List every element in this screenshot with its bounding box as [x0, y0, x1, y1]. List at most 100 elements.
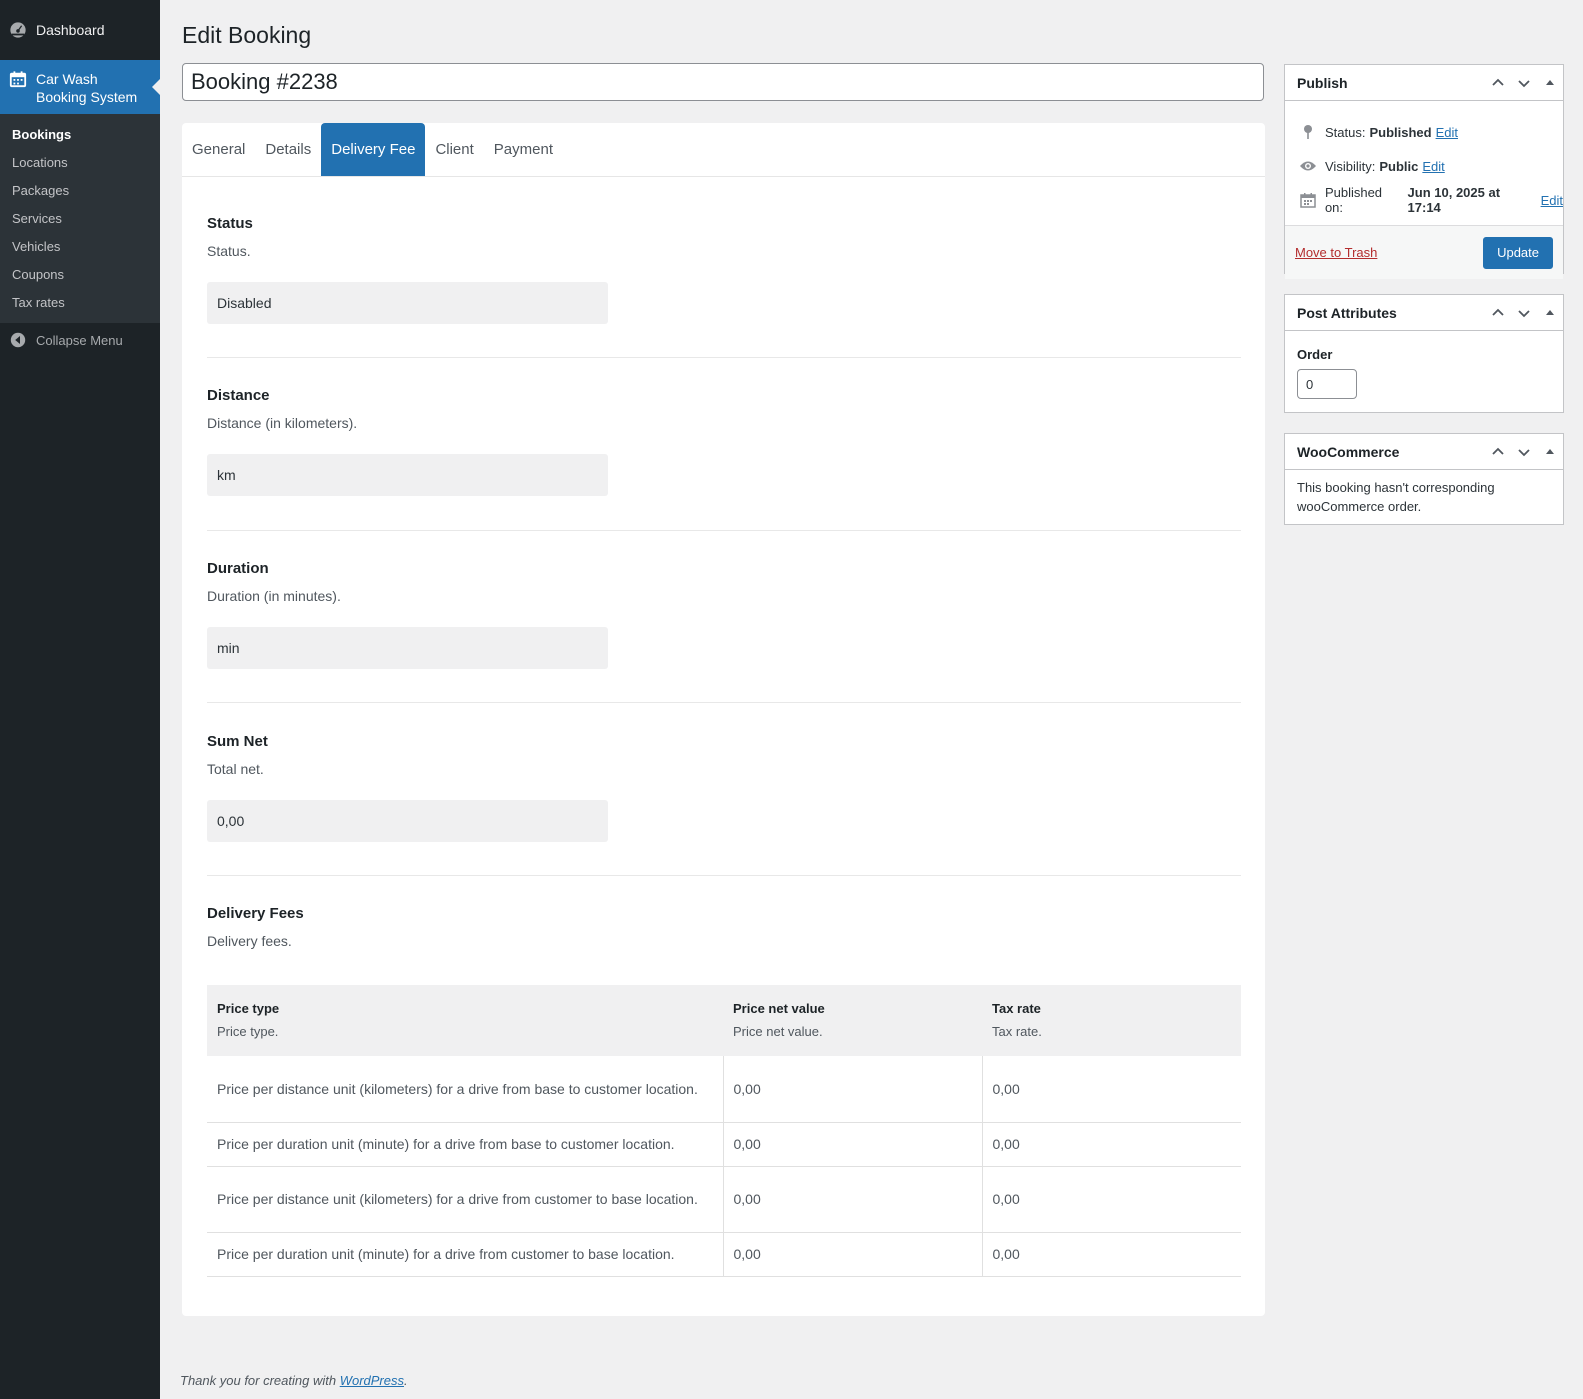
- duration-field: Duration Duration (in minutes). min: [207, 560, 1241, 669]
- page-title: Edit Booking: [182, 22, 312, 48]
- tab-payment[interactable]: Payment: [484, 123, 563, 176]
- status-label: Status:: [1325, 124, 1366, 140]
- price-net-value-input[interactable]: 0,00: [722, 1166, 982, 1233]
- current-menu-arrow: [152, 79, 160, 95]
- move-down-icon[interactable]: [1511, 65, 1537, 101]
- woocommerce-metabox: WooCommerce This booking hasn't correspo…: [1284, 433, 1564, 525]
- price-type-cell: Price per distance unit (kilometers) for…: [207, 1166, 723, 1233]
- woocommerce-header: WooCommerce: [1285, 434, 1563, 470]
- sidebar-item-services[interactable]: Services: [0, 205, 160, 233]
- footer-suffix: .: [404, 1373, 408, 1388]
- wordpress-link[interactable]: WordPress: [340, 1373, 404, 1388]
- sidebar-item-locations[interactable]: Locations: [0, 149, 160, 177]
- price-net-value-input[interactable]: 0,00: [722, 1122, 982, 1167]
- sidebar-item-packages[interactable]: Packages: [0, 177, 160, 205]
- footer-text: Thank you for creating with: [180, 1373, 337, 1388]
- order-label: Order: [1297, 347, 1333, 362]
- duration-input[interactable]: min: [207, 627, 608, 669]
- publish-metabox-title: Publish: [1297, 74, 1348, 91]
- post-title-input[interactable]: [182, 63, 1264, 101]
- toggle-panel-icon[interactable]: [1537, 65, 1563, 101]
- move-down-icon[interactable]: [1511, 434, 1537, 470]
- delivery-fees-field: Delivery Fees Delivery fees.: [207, 905, 1241, 949]
- post-attributes-metabox: Post Attributes Order: [1284, 294, 1564, 413]
- status-select[interactable]: Disabled: [207, 282, 608, 324]
- woocommerce-title: WooCommerce: [1297, 443, 1400, 460]
- collapse-menu-button[interactable]: Collapse Menu: [0, 327, 160, 353]
- edit-visibility-link[interactable]: Edit: [1422, 159, 1444, 174]
- column-description: Price type.: [217, 1024, 279, 1039]
- distance-field-title: Distance: [207, 387, 270, 404]
- column-description: Tax rate.: [992, 1024, 1042, 1039]
- sidebar-submenu: Bookings Locations Packages Services Veh…: [0, 114, 160, 323]
- price-type-cell: Price per distance unit (kilometers) for…: [207, 1056, 723, 1123]
- table-row: Price per distance unit (kilometers) for…: [207, 1056, 1241, 1123]
- divider: [207, 702, 1241, 703]
- publish-misc: Status: Published Edit Visibility: Publi…: [1285, 101, 1563, 217]
- published-on-value: Jun 10, 2025 at 17:14: [1407, 185, 1501, 215]
- order-input[interactable]: [1297, 369, 1357, 399]
- post-attributes-body: Order: [1285, 331, 1563, 399]
- tab-details[interactable]: Details: [255, 123, 321, 176]
- move-up-icon[interactable]: [1485, 65, 1511, 101]
- sum-net-field-title: Sum Net: [207, 733, 268, 750]
- tab-general[interactable]: General: [182, 123, 255, 176]
- duration-field-description: Duration (in minutes).: [207, 588, 341, 604]
- tax-rate-select[interactable]: 0,00: [981, 1122, 1241, 1167]
- tax-rate-select[interactable]: 0,00: [981, 1166, 1241, 1233]
- distance-input[interactable]: km: [207, 454, 608, 496]
- sidebar-item-tax-rates[interactable]: Tax rates: [0, 289, 160, 317]
- sidebar-item-coupons[interactable]: Coupons: [0, 261, 160, 289]
- admin-sidebar: Dashboard Car Wash Booking System Bookin…: [0, 0, 160, 1399]
- sidebar-item-dashboard[interactable]: Dashboard: [0, 11, 160, 49]
- tab-delivery-fee[interactable]: Delivery Fee: [321, 123, 426, 176]
- column-title: Tax rate: [992, 1001, 1041, 1016]
- price-type-cell: Price per duration unit (minute) for a d…: [207, 1122, 723, 1167]
- calendar-icon: [1295, 192, 1321, 208]
- sidebar-item-car-wash-booking-system[interactable]: Car Wash Booking System: [0, 60, 160, 114]
- tab-client[interactable]: Client: [425, 123, 483, 176]
- status-field-description: Status.: [207, 243, 251, 259]
- move-up-icon[interactable]: [1485, 434, 1511, 470]
- status-value: Published: [1369, 124, 1432, 140]
- table-row: Price per duration unit (minute) for a d…: [207, 1232, 1241, 1277]
- post-attributes-header: Post Attributes: [1285, 295, 1563, 331]
- column-header-price-type: Price type Price type.: [207, 985, 723, 1056]
- divider: [207, 875, 1241, 876]
- move-to-trash-link[interactable]: Move to Trash: [1295, 245, 1377, 260]
- column-title: Price type: [217, 1001, 280, 1016]
- sum-net-input[interactable]: 0,00: [207, 800, 608, 842]
- sum-net-field-description: Total net.: [207, 761, 264, 777]
- table-row: Price per distance unit (kilometers) for…: [207, 1166, 1241, 1233]
- price-net-value-input[interactable]: 0,00: [722, 1232, 982, 1277]
- sidebar-item-label: Car Wash Booking System: [36, 70, 137, 106]
- distance-field-description: Distance (in kilometers).: [207, 415, 358, 431]
- toggle-panel-icon[interactable]: [1537, 295, 1563, 331]
- sidebar-item-label-line2: Booking System: [36, 89, 138, 105]
- tab-bar: General Details Delivery Fee Client Paym…: [182, 123, 1265, 177]
- sidebar-item-vehicles[interactable]: Vehicles: [0, 233, 160, 261]
- published-on-label: Published on:: [1324, 185, 1383, 215]
- table-header-row: Price type Price type. Price net value P…: [207, 985, 1241, 1056]
- tax-rate-select[interactable]: 0,00: [981, 1056, 1241, 1123]
- calendar-icon: [0, 70, 36, 88]
- sidebar-item-bookings[interactable]: Bookings: [0, 121, 160, 149]
- dashboard-icon: [0, 21, 36, 39]
- edit-published-date-link[interactable]: Edit: [1541, 193, 1563, 208]
- column-description: Price net value.: [733, 1024, 823, 1039]
- delivery-fees-title: Delivery Fees: [207, 905, 304, 922]
- edit-status-link[interactable]: Edit: [1436, 125, 1458, 140]
- delivery-fees-description: Delivery fees.: [207, 933, 292, 949]
- move-up-icon[interactable]: [1485, 295, 1511, 331]
- price-net-value-input[interactable]: 0,00: [722, 1056, 982, 1123]
- publish-metabox: Publish Status: Published Edit Visibilit…: [1284, 64, 1564, 279]
- status-field: Status Status. Disabled: [207, 215, 1241, 324]
- visibility-value: Public: [1379, 158, 1419, 174]
- collapse-menu-label: Collapse Menu: [36, 332, 123, 348]
- toggle-panel-icon[interactable]: [1537, 434, 1563, 470]
- move-down-icon[interactable]: [1511, 295, 1537, 331]
- tax-rate-select[interactable]: 0,00: [981, 1232, 1241, 1277]
- update-button[interactable]: Update: [1483, 236, 1553, 269]
- collapse-arrow-icon: [0, 332, 36, 348]
- duration-field-title: Duration: [207, 560, 269, 577]
